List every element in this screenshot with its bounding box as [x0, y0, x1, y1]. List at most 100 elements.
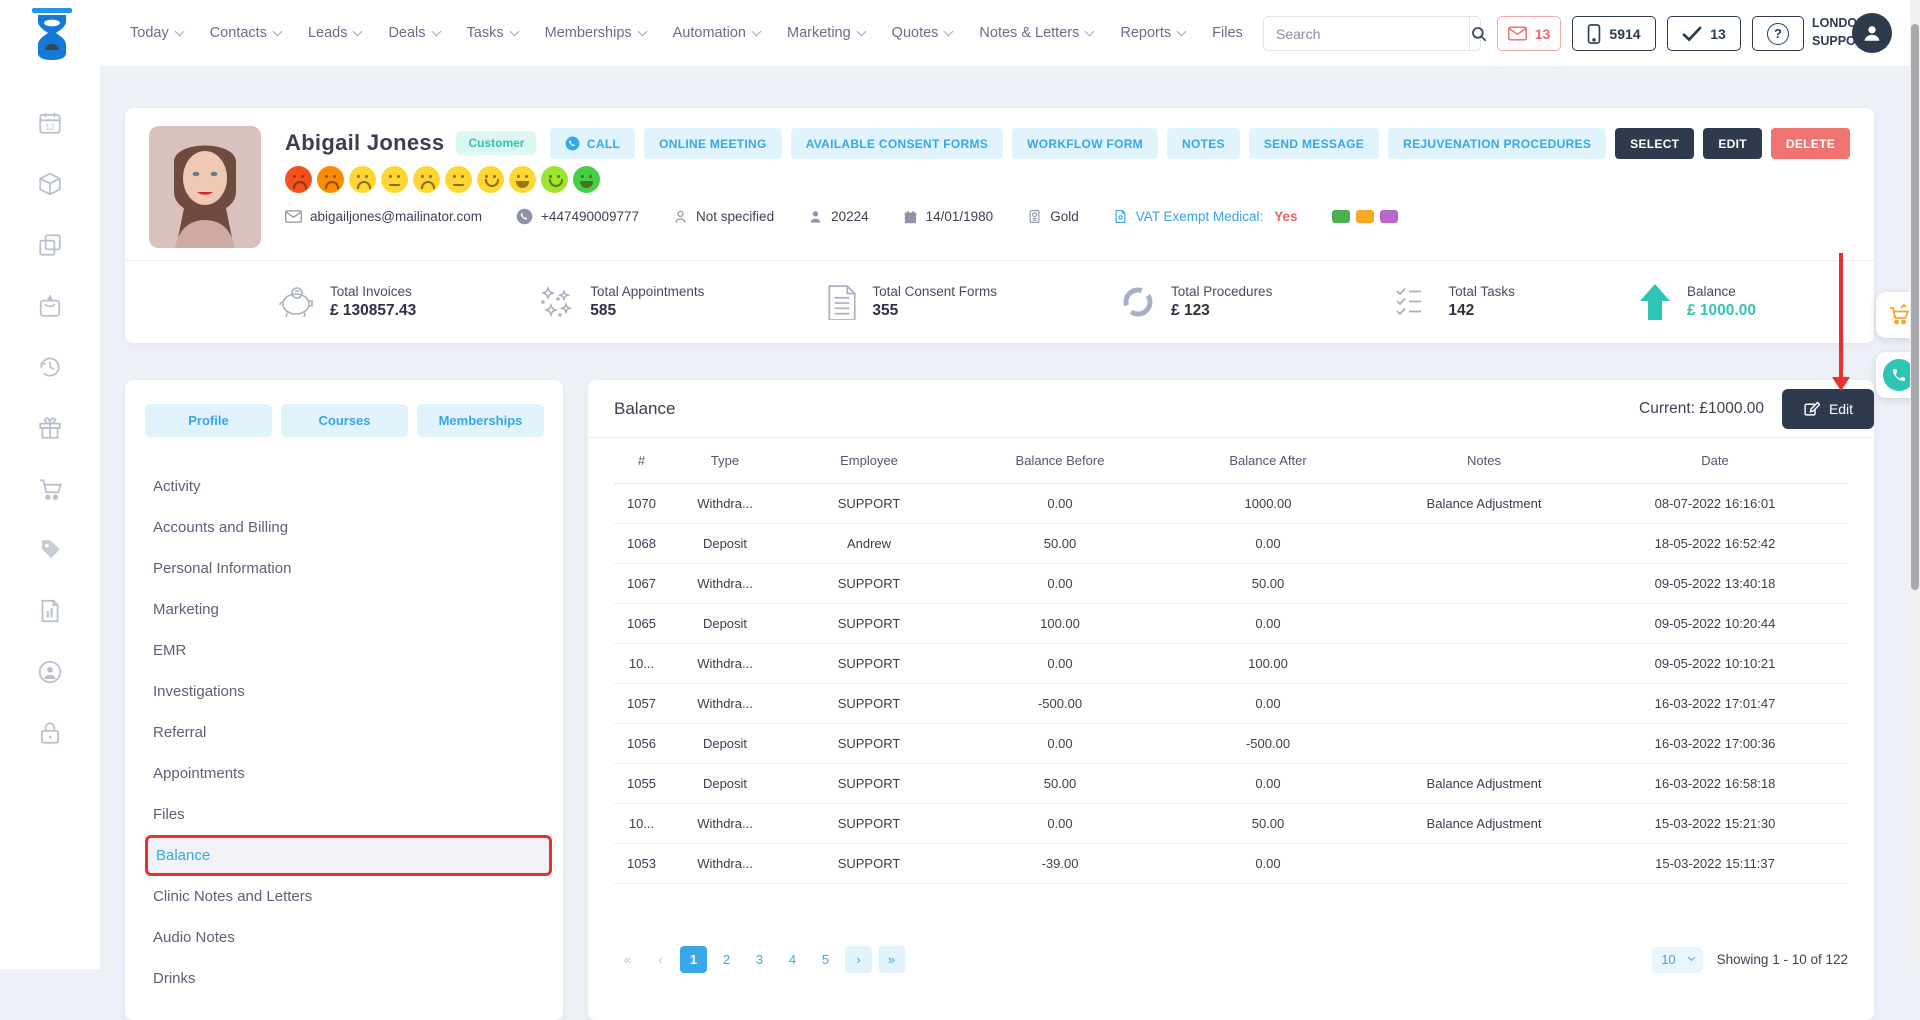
table-row[interactable]: 1067Withdra...SUPPORT0.0050.0009-05-2022… — [614, 564, 1848, 604]
sidebar-item-clinic-notes-and-letters[interactable]: Clinic Notes and Letters — [145, 876, 552, 917]
chevron-down-icon — [1688, 954, 1695, 961]
mood-emoji-7[interactable] — [477, 166, 504, 193]
balance-table: # Type Employee Balance Before Balance A… — [614, 438, 1848, 884]
nav-item-leads[interactable]: Leads — [308, 25, 362, 41]
nav-item-notes-letters[interactable]: Notes & Letters — [979, 25, 1093, 41]
nav-item-contacts[interactable]: Contacts — [210, 25, 281, 41]
workflow-form-button[interactable]: WORKFLOW FORM — [1012, 128, 1158, 159]
tab-memberships[interactable]: Memberships — [417, 404, 544, 437]
app-logo-icon[interactable] — [28, 8, 76, 60]
sidebar-item-files[interactable]: Files — [145, 794, 552, 835]
sidebar-item-appointments[interactable]: Appointments — [145, 753, 552, 794]
select-button[interactable]: SELECT — [1615, 128, 1694, 159]
tag-swatch-green[interactable] — [1332, 210, 1350, 223]
tab-courses[interactable]: Courses — [281, 404, 408, 437]
mail-notifications-button[interactable]: 13 — [1497, 16, 1561, 51]
edit-customer-button[interactable]: EDIT — [1703, 128, 1762, 159]
table-row[interactable]: 1057Withdra...SUPPORT-500.000.0016-03-20… — [614, 684, 1848, 724]
sidebar-item-investigations[interactable]: Investigations — [145, 671, 552, 712]
cube-icon[interactable] — [37, 171, 63, 197]
sidebar-item-marketing[interactable]: Marketing — [145, 589, 552, 630]
tab-profile[interactable]: Profile — [145, 404, 272, 437]
award-badge-icon — [1027, 208, 1042, 225]
cart-icon[interactable] — [37, 476, 63, 502]
lock-icon[interactable] — [37, 720, 63, 746]
customer-email[interactable]: abigailjones@mailinator.com — [285, 209, 482, 224]
sidebar-item-audio-notes[interactable]: Audio Notes — [145, 917, 552, 958]
mail-icon — [1508, 26, 1527, 41]
mood-emoji-5[interactable] — [413, 166, 440, 193]
mail-count: 13 — [1535, 26, 1551, 42]
tag-swatch-purple[interactable] — [1380, 210, 1398, 223]
sidebar-item-activity[interactable]: Activity — [145, 466, 552, 507]
nav-item-today[interactable]: Today — [130, 25, 183, 41]
table-row[interactable]: 10...Withdra...SUPPORT0.0050.00Balance A… — [614, 804, 1848, 844]
tasks-count: 13 — [1710, 26, 1726, 42]
calls-button[interactable]: 5914 — [1572, 16, 1656, 51]
arrow-up-icon — [1638, 283, 1672, 321]
nav-item-deals[interactable]: Deals — [388, 25, 439, 41]
mood-emoji-10[interactable] — [573, 166, 600, 193]
calendar-icon[interactable]: 12 — [37, 110, 63, 136]
customer-actions: CALL ONLINE MEETING AVAILABLE CONSENT FO… — [550, 128, 1850, 159]
nav-item-memberships[interactable]: Memberships — [545, 25, 646, 41]
sidebar-item-accounts-and-billing[interactable]: Accounts and Billing — [145, 507, 552, 548]
call-button[interactable]: CALL — [550, 128, 635, 159]
nav-item-tasks[interactable]: Tasks — [467, 25, 518, 41]
sidebar-item-referral[interactable]: Referral — [145, 712, 552, 753]
notes-button[interactable]: NOTES — [1167, 128, 1240, 159]
user-avatar[interactable] — [1852, 13, 1892, 53]
send-message-button[interactable]: SEND MESSAGE — [1249, 128, 1379, 159]
stat-total-procedures: Total Procedures£ 123 — [1120, 284, 1272, 320]
sidebar-item-emr[interactable]: EMR — [145, 630, 552, 671]
available-consent-forms-button[interactable]: AVAILABLE CONSENT FORMS — [791, 128, 1003, 159]
account-sync-icon[interactable] — [37, 659, 63, 685]
nav-item-reports[interactable]: Reports — [1120, 25, 1185, 41]
calendar-icon — [903, 209, 918, 225]
mood-emoji-6[interactable] — [445, 166, 472, 193]
help-button[interactable] — [1752, 16, 1804, 51]
sidebar-item-drinks[interactable]: Drinks — [145, 958, 552, 999]
mood-emoji-8[interactable] — [509, 166, 536, 193]
customer-phone[interactable]: +447490009777 — [516, 208, 639, 225]
person-outline-icon — [673, 209, 688, 225]
stat-total-invoices: Total Invoices£ 130857.43 — [277, 284, 416, 320]
nav-item-quotes[interactable]: Quotes — [892, 25, 953, 41]
mood-emoji-9[interactable] — [541, 166, 568, 193]
delete-button[interactable]: DELETE — [1771, 128, 1850, 159]
chevron-down-icon — [509, 26, 519, 36]
customer-gender: Not specified — [673, 209, 774, 225]
nav-item-automation[interactable]: Automation — [673, 25, 760, 41]
scrollbar-thumb[interactable] — [1911, 24, 1919, 590]
search-input[interactable] — [1264, 17, 1469, 50]
copy-icon[interactable] — [37, 232, 63, 258]
table-row[interactable]: 1068DepositAndrew50.000.0018-05-2022 16:… — [614, 524, 1848, 564]
table-row[interactable]: 1065DepositSUPPORT100.000.0009-05-2022 1… — [614, 604, 1848, 644]
search-button[interactable] — [1469, 17, 1488, 50]
online-meeting-button[interactable]: ONLINE MEETING — [644, 128, 782, 159]
mail-icon — [285, 210, 302, 223]
sidebar-item-balance[interactable]: Balance — [145, 835, 552, 876]
tasks-button[interactable]: 13 — [1667, 16, 1741, 51]
table-row[interactable]: 1056DepositSUPPORT0.00-500.0016-03-2022 … — [614, 724, 1848, 764]
shopping-bag-icon[interactable] — [37, 293, 63, 319]
table-row[interactable]: 1055DepositSUPPORT50.000.00Balance Adjus… — [614, 764, 1848, 804]
table-row[interactable]: 1053Withdra...SUPPORT-39.000.0015-03-202… — [614, 844, 1848, 884]
report-document-icon[interactable] — [37, 598, 63, 624]
nav-item-files[interactable]: Files — [1212, 25, 1243, 41]
mood-emoji-4[interactable] — [381, 166, 408, 193]
history-icon[interactable] — [37, 354, 63, 380]
gift-icon[interactable] — [37, 415, 63, 441]
edit-balance-button[interactable]: Edit — [1782, 389, 1874, 429]
sidebar-item-personal-information[interactable]: Personal Information — [145, 548, 552, 589]
rejuvenation-procedures-button[interactable]: REJUVENATION PROCEDURES — [1388, 128, 1606, 159]
nav-item-marketing[interactable]: Marketing — [787, 25, 865, 41]
table-row[interactable]: 10...Withdra...SUPPORT0.00100.0009-05-20… — [614, 644, 1848, 684]
mood-emoji-2[interactable] — [317, 166, 344, 193]
mood-emoji-1[interactable] — [285, 166, 312, 193]
mood-emoji-3[interactable] — [349, 166, 376, 193]
price-tag-icon[interactable] — [37, 537, 63, 563]
tag-swatch-orange[interactable] — [1356, 210, 1374, 223]
search-icon — [1470, 25, 1488, 43]
table-row[interactable]: 1070Withdra...SUPPORT0.001000.00Balance … — [614, 484, 1848, 524]
